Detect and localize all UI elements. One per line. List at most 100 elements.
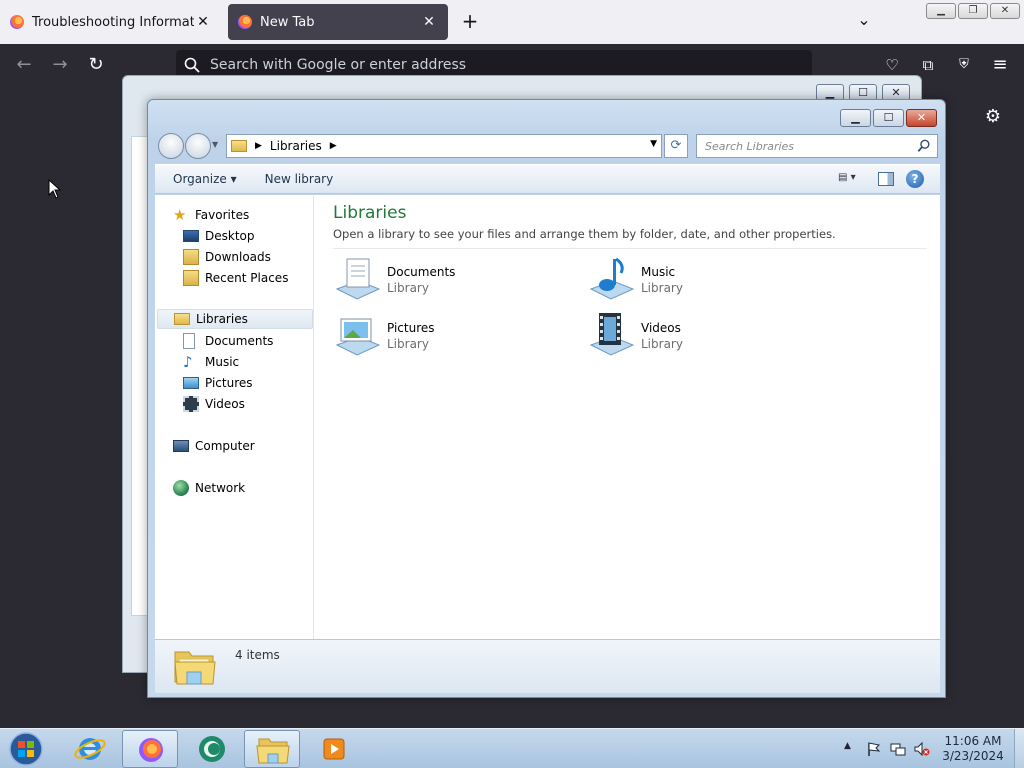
downloads-icon xyxy=(183,249,199,265)
reload-icon[interactable]: ↻ xyxy=(84,53,108,77)
new-tab-button[interactable]: + xyxy=(458,10,482,34)
nav-music[interactable]: ♪ Music xyxy=(183,352,239,372)
back-arrow-icon[interactable]: ← xyxy=(12,53,36,77)
show-hidden-icons-chevron-icon[interactable]: ▲ xyxy=(844,741,851,751)
nav-label: Recent Places xyxy=(205,271,289,285)
address-bar[interactable]: ▶ Libraries ▶ ▼ xyxy=(226,134,662,158)
nav-label: Libraries xyxy=(196,312,248,326)
breadcrumb[interactable]: Libraries xyxy=(270,139,322,153)
nav-libraries[interactable]: Libraries xyxy=(157,309,313,329)
breadcrumb-arrow-icon[interactable]: ▶ xyxy=(330,141,337,151)
firefox-taskbar-button[interactable] xyxy=(122,730,178,768)
firefox-icon xyxy=(139,738,163,762)
nav-documents[interactable]: Documents xyxy=(183,331,273,351)
library-type: Library xyxy=(387,337,429,351)
hamburger-menu-icon[interactable]: ≡ xyxy=(988,53,1012,77)
nav-label: Desktop xyxy=(205,229,255,243)
media-app-taskbar-button[interactable] xyxy=(184,730,240,768)
change-view-icon[interactable]: ▤ ▾ xyxy=(838,172,872,188)
new-library-button[interactable]: New library xyxy=(247,172,344,186)
nav-network[interactable]: Network xyxy=(173,478,245,498)
address-dropdown-icon[interactable]: ▼ xyxy=(650,139,657,149)
nav-desktop[interactable]: Desktop xyxy=(183,226,255,246)
library-videos[interactable]: Videos Library xyxy=(587,311,817,359)
firefox-favicon-icon xyxy=(238,15,252,29)
extensions-puzzle-icon[interactable]: ⧉ xyxy=(916,53,940,77)
recent-places-icon xyxy=(183,270,199,286)
close-window-button[interactable]: ✕ xyxy=(990,3,1020,19)
search-icon xyxy=(184,57,200,73)
recent-pages-chevron-icon[interactable]: ▼ xyxy=(212,140,218,149)
documents-icon xyxy=(183,333,195,349)
list-all-tabs-chevron-icon[interactable]: ⌄ xyxy=(852,10,876,34)
media-player-play-icon xyxy=(323,738,345,760)
videos-library-icon xyxy=(589,313,635,356)
details-pane: 4 items xyxy=(155,639,940,693)
restore-button[interactable]: ❐ xyxy=(958,3,988,19)
nav-recent-places[interactable]: Recent Places xyxy=(183,268,288,288)
close-tab-icon[interactable]: ✕ xyxy=(420,14,438,30)
back-button[interactable] xyxy=(158,133,184,159)
clock[interactable]: 11:06 AM 3/23/2024 xyxy=(936,734,1010,764)
libraries-icon xyxy=(174,313,190,325)
tab-new-tab[interactable]: New Tab ✕ xyxy=(228,4,448,40)
forward-button[interactable] xyxy=(185,133,211,159)
network-status-icon[interactable] xyxy=(890,741,906,757)
start-orb-icon[interactable] xyxy=(6,731,46,767)
maximize-button[interactable]: ☐ xyxy=(873,109,904,127)
clock-time: 11:06 AM xyxy=(944,734,1002,748)
libraries-folder-icon xyxy=(256,738,290,764)
star-icon: ★ xyxy=(173,206,187,224)
refresh-icon[interactable]: ⟳ xyxy=(664,134,688,158)
library-name: Pictures xyxy=(387,321,435,335)
library-type: Library xyxy=(641,337,683,351)
nav-downloads[interactable]: Downloads xyxy=(183,247,271,267)
tab-troubleshooting[interactable]: Troubleshooting Information ✕ xyxy=(0,4,222,40)
network-globe-icon xyxy=(173,480,189,496)
search-icon[interactable] xyxy=(917,139,931,153)
documents-library-icon xyxy=(335,258,381,300)
nav-favorites[interactable]: ★ Favorites xyxy=(173,205,249,225)
library-name: Videos xyxy=(641,321,681,335)
action-center-flag-icon[interactable] xyxy=(866,741,882,757)
nav-label: Downloads xyxy=(205,250,271,264)
pocket-icon[interactable]: ♡ xyxy=(880,53,904,77)
explorer-taskbar-button[interactable] xyxy=(244,730,300,768)
ublock-shield-icon[interactable]: ⛨ xyxy=(952,53,976,77)
item-count: 4 items xyxy=(235,648,280,662)
nav-label: Documents xyxy=(205,334,274,348)
nav-pictures[interactable]: Pictures xyxy=(183,373,253,393)
organize-button[interactable]: Organize ▾ xyxy=(155,172,247,186)
volume-muted-icon[interactable] xyxy=(914,741,930,757)
library-documents[interactable]: Documents Library xyxy=(333,255,563,303)
media-player-taskbar-button[interactable] xyxy=(306,730,362,768)
show-desktop-button[interactable] xyxy=(1014,729,1024,768)
pictures-library-icon xyxy=(335,318,381,356)
library-name: Documents xyxy=(387,265,456,279)
library-pictures[interactable]: Pictures Library xyxy=(333,311,563,359)
tab-label: Troubleshooting Information xyxy=(32,14,194,30)
minimize-button[interactable]: ▁ xyxy=(926,3,956,19)
nav-label: Computer xyxy=(195,439,255,453)
nav-videos[interactable]: Videos xyxy=(183,394,245,414)
search-input[interactable]: Search Libraries xyxy=(696,134,938,158)
internet-explorer-taskbar-button[interactable] xyxy=(62,730,118,768)
minimize-button[interactable]: ▁ xyxy=(840,109,871,127)
breadcrumb-arrow-icon[interactable]: ▶ xyxy=(255,141,262,151)
search-placeholder: Search Libraries xyxy=(705,139,795,153)
preview-pane-icon[interactable] xyxy=(878,172,894,186)
close-tab-icon[interactable]: ✕ xyxy=(194,14,212,30)
library-type: Library xyxy=(641,281,683,295)
close-button[interactable]: ✕ xyxy=(906,109,937,127)
gear-icon[interactable]: ⚙ xyxy=(982,106,1004,128)
desktop-icon xyxy=(183,230,199,242)
help-icon[interactable]: ? xyxy=(906,170,924,188)
clock-date: 3/23/2024 xyxy=(942,749,1004,763)
libraries-folder-icon xyxy=(231,140,247,152)
nav-label: Videos xyxy=(205,397,245,411)
library-music[interactable]: Music Library xyxy=(587,255,817,303)
nav-computer[interactable]: Computer xyxy=(173,436,255,456)
computer-icon xyxy=(173,440,189,452)
url-bar-placeholder: Search with Google or enter address xyxy=(210,57,467,73)
forward-arrow-icon[interactable]: → xyxy=(48,53,72,77)
